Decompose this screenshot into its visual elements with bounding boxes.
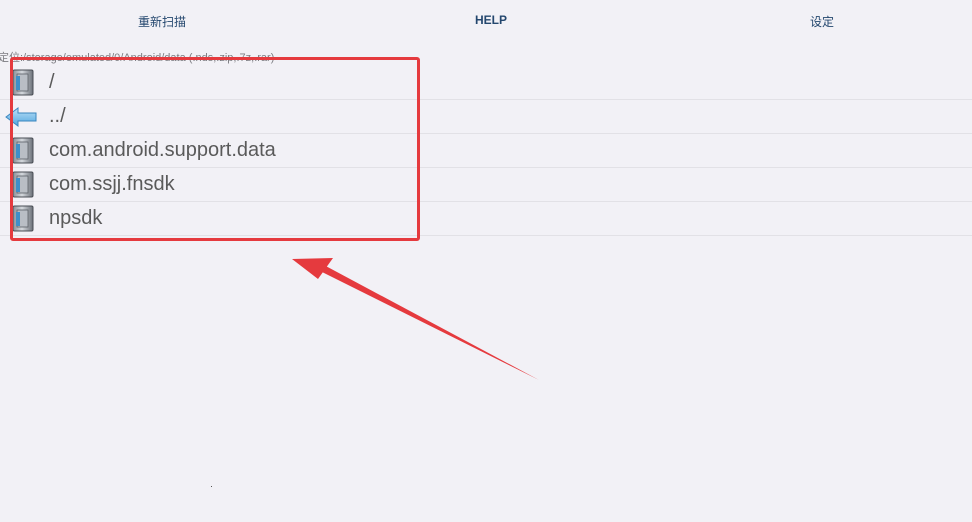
stray-dot: [211, 486, 212, 487]
annotation-arrow: [292, 258, 539, 380]
